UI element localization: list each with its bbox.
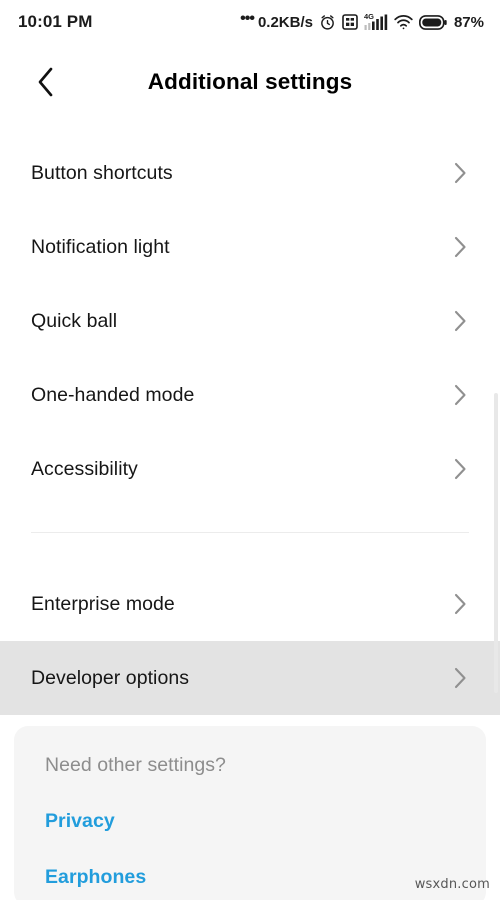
row-label: Notification light xyxy=(31,235,170,258)
chevron-right-icon xyxy=(452,591,468,617)
row-label: Button shortcuts xyxy=(31,161,173,184)
screenshot-icon xyxy=(342,14,358,30)
other-settings-card: Need other settings? Privacy Earphones xyxy=(14,726,486,900)
list-spacer xyxy=(0,533,500,567)
watermark: wsxdn.com xyxy=(414,877,490,892)
phone-screen: 10:01 PM ••• 0.2KB/s 4G 87% Additional s… xyxy=(0,0,500,900)
chevron-right-icon xyxy=(452,308,468,334)
signal-4g-icon: 4G xyxy=(364,12,388,31)
status-bar-indicators: ••• 0.2KB/s 4G 87% xyxy=(240,10,484,31)
battery-percent-label: 87% xyxy=(453,13,484,31)
row-label: One-handed mode xyxy=(31,383,195,406)
status-bar: 10:01 PM ••• 0.2KB/s 4G 87% xyxy=(0,0,500,44)
chevron-right-icon xyxy=(452,160,468,186)
app-bar: Additional settings xyxy=(0,44,500,120)
settings-list: Button shortcuts Notification light Quic… xyxy=(0,136,500,715)
settings-row-enterprise-mode[interactable]: Enterprise mode xyxy=(0,567,500,641)
status-bar-clock: 10:01 PM xyxy=(18,12,93,31)
page-title: Additional settings xyxy=(147,69,353,94)
alarm-clock-icon xyxy=(319,14,336,31)
settings-row-developer-options[interactable]: Developer options xyxy=(0,641,500,715)
settings-row-notification-light[interactable]: Notification light xyxy=(0,210,500,284)
row-label: Developer options xyxy=(31,666,190,689)
settings-row-button-shortcuts[interactable]: Button shortcuts xyxy=(0,136,500,210)
settings-row-accessibility[interactable]: Accessibility xyxy=(0,432,500,506)
list-spacer xyxy=(0,506,500,532)
row-label: Accessibility xyxy=(31,457,138,480)
network-speed-label: 0.2KB/s xyxy=(257,13,313,31)
other-settings-heading: Need other settings? xyxy=(45,754,226,776)
chevron-right-icon xyxy=(452,234,468,260)
scrollbar-thumb[interactable] xyxy=(494,393,498,693)
footer-link-privacy[interactable]: Privacy xyxy=(45,810,115,833)
chevron-right-icon xyxy=(452,456,468,482)
chevron-right-icon xyxy=(452,665,468,691)
wifi-icon xyxy=(394,14,413,30)
overflow-dots-icon: ••• xyxy=(240,10,255,27)
chevron-right-icon xyxy=(452,382,468,408)
battery-icon xyxy=(418,14,447,30)
chevron-left-icon xyxy=(38,67,53,97)
back-button[interactable] xyxy=(22,58,70,106)
settings-row-one-handed-mode[interactable]: One-handed mode xyxy=(0,358,500,432)
footer-link-earphones[interactable]: Earphones xyxy=(45,866,146,889)
row-label: Quick ball xyxy=(31,309,118,332)
row-label: Enterprise mode xyxy=(31,592,175,615)
settings-row-quick-ball[interactable]: Quick ball xyxy=(0,284,500,358)
